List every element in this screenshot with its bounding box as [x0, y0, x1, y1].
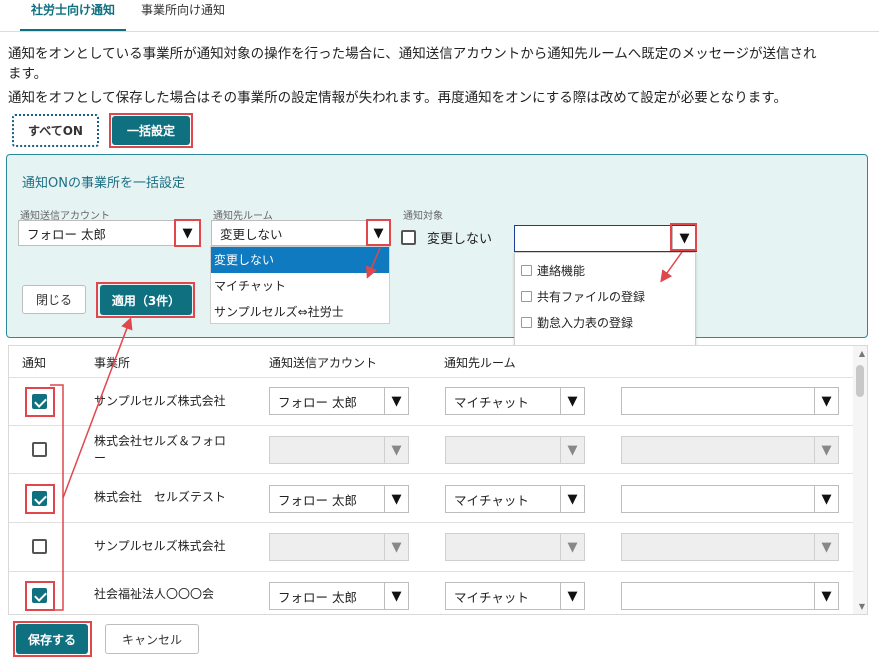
header-notify: 通知 [22, 356, 47, 370]
bulk-room-value: 変更しない [220, 226, 283, 242]
room-option-no-change[interactable]: 変更しない [211, 247, 389, 273]
row-room-value: マイチャット [454, 492, 529, 508]
bulk-panel-title: 通知ONの事業所を一括設定 [22, 176, 185, 191]
row-room-select: ▼ [445, 436, 585, 464]
row-office-name: サンプルセルズ株式会社 [94, 539, 226, 553]
row-office-name: 株式会社セルズ＆フォロ [94, 434, 227, 448]
row-target-select[interactable]: ▼ [621, 582, 839, 610]
target-option-attendance[interactable]: 勤怠入力表の登録 [521, 314, 633, 331]
description-line-1b: ます。 [8, 66, 48, 82]
chevron-down-icon[interactable]: ▼ [814, 583, 838, 609]
chevron-down-icon[interactable]: ▼ [560, 583, 584, 609]
row-notify-checkbox[interactable] [32, 442, 47, 457]
target-label: 通知対象 [403, 211, 443, 222]
all-on-button[interactable]: すべてON [12, 114, 99, 147]
row-account-select[interactable]: フォロー 太郎 ▼ [269, 387, 409, 415]
chevron-down-icon: ▼ [814, 534, 838, 560]
target-option-shared-file[interactable]: 共有ファイルの登録 [521, 288, 645, 305]
chevron-down-icon: ▼ [384, 437, 408, 463]
chevron-down-icon[interactable]: ▼ [672, 226, 696, 251]
row-target-select: ▼ [621, 533, 839, 561]
row-office-name: 社会福祉法人〇〇〇会 [94, 587, 215, 601]
chevron-down-icon[interactable]: ▼ [384, 583, 408, 609]
row-divider [9, 377, 854, 378]
tab-divider [0, 31, 879, 32]
chevron-down-icon[interactable]: ▼ [384, 388, 408, 414]
description-line-2: 通知をオフとして保存した場合はその事業所の設定情報が失われます。再度通知をオンに… [8, 90, 787, 106]
row-room-select: ▼ [445, 533, 585, 561]
row-divider [9, 571, 854, 572]
row-notify-checkbox[interactable] [32, 394, 47, 409]
scroll-up-icon[interactable]: ▲ [859, 349, 865, 358]
room-option-my-chat[interactable]: マイチャット [211, 273, 389, 299]
row-target-select[interactable]: ▼ [621, 485, 839, 513]
chevron-down-icon: ▼ [814, 437, 838, 463]
office-table: 通知 事業所 通知送信アカウント 通知先ルーム サンプルセルズ株式会社 フォロー… [8, 345, 868, 615]
cancel-button[interactable]: キャンセル [105, 624, 199, 654]
row-room-value: マイチャット [454, 589, 529, 605]
bulk-target-select[interactable]: ▼ [514, 225, 697, 252]
row-office-name: サンプルセルズ株式会社 [94, 394, 226, 408]
chevron-down-icon[interactable]: ▼ [560, 388, 584, 414]
row-target-select[interactable]: ▼ [621, 387, 839, 415]
tab-office[interactable]: 事業所向け通知 [141, 0, 225, 32]
row-target-select: ▼ [621, 436, 839, 464]
chevron-down-icon[interactable]: ▼ [814, 486, 838, 512]
row-room-value: マイチャット [454, 394, 529, 410]
row-room-select[interactable]: マイチャット ▼ [445, 582, 585, 610]
apply-button[interactable]: 適用（3件） [100, 285, 192, 315]
row-notify-checkbox[interactable] [32, 539, 47, 554]
checkbox-icon[interactable] [521, 317, 532, 328]
chevron-down-icon[interactable]: ▼ [814, 388, 838, 414]
row-divider [9, 522, 854, 523]
row-account-value: フォロー 太郎 [278, 394, 357, 410]
description-line-1: 通知をオンとしている事業所が通知対象の操作を行った場合に、通知送信アカウントから… [8, 46, 817, 62]
bulk-room-select[interactable]: 変更しない ▼ [211, 220, 391, 246]
save-button[interactable]: 保存する [16, 624, 88, 654]
row-divider [9, 473, 854, 474]
row-notify-checkbox[interactable] [32, 588, 47, 603]
header-office: 事業所 [94, 356, 131, 370]
checkbox-icon[interactable] [521, 291, 532, 302]
header-room: 通知先ルーム [444, 356, 516, 370]
chevron-down-icon[interactable]: ▼ [560, 486, 584, 512]
row-account-select: ▼ [269, 533, 409, 561]
chevron-down-icon[interactable]: ▼ [384, 486, 408, 512]
chevron-down-icon: ▼ [560, 534, 584, 560]
row-notify-checkbox[interactable] [32, 491, 47, 506]
scroll-down-icon[interactable]: ▼ [859, 602, 865, 611]
chevron-down-icon: ▼ [384, 534, 408, 560]
row-account-select[interactable]: フォロー 太郎 ▼ [269, 485, 409, 513]
target-no-change-checkbox[interactable] [401, 230, 416, 245]
room-option-sample[interactable]: サンプルセルズ⇔社労士 [211, 299, 389, 325]
tab-sharoushi[interactable]: 社労士向け通知 [20, 0, 127, 32]
row-account-select: ▼ [269, 436, 409, 464]
bulk-account-select[interactable]: フォロー 太郎 ▼ [18, 220, 200, 246]
chevron-down-icon: ▼ [560, 437, 584, 463]
table-scrollbar[interactable]: ▲ ▼ [853, 346, 867, 614]
row-office-name-cont: ー [94, 451, 107, 465]
checkbox-icon[interactable] [521, 265, 532, 276]
row-account-value: フォロー 太郎 [278, 589, 357, 605]
row-divider [9, 425, 854, 426]
bulk-set-button[interactable]: 一括設定 [112, 116, 190, 145]
row-account-value: フォロー 太郎 [278, 492, 357, 508]
row-room-select[interactable]: マイチャット ▼ [445, 485, 585, 513]
target-no-change-label: 変更しない [427, 232, 493, 247]
row-office-name: 株式会社 セルズテスト [94, 490, 227, 504]
target-option-contact[interactable]: 連絡機能 [521, 262, 585, 279]
row-account-select[interactable]: フォロー 太郎 ▼ [269, 582, 409, 610]
bulk-account-value: フォロー 太郎 [27, 226, 106, 242]
room-dropdown-list: 変更しない マイチャット サンプルセルズ⇔社労士 [210, 246, 390, 324]
scroll-thumb[interactable] [856, 365, 864, 397]
header-account: 通知送信アカウント [269, 356, 378, 370]
chevron-down-icon[interactable]: ▼ [366, 221, 390, 245]
close-button[interactable]: 閉じる [22, 285, 86, 314]
chevron-down-icon[interactable]: ▼ [175, 221, 199, 245]
row-room-select[interactable]: マイチャット ▼ [445, 387, 585, 415]
